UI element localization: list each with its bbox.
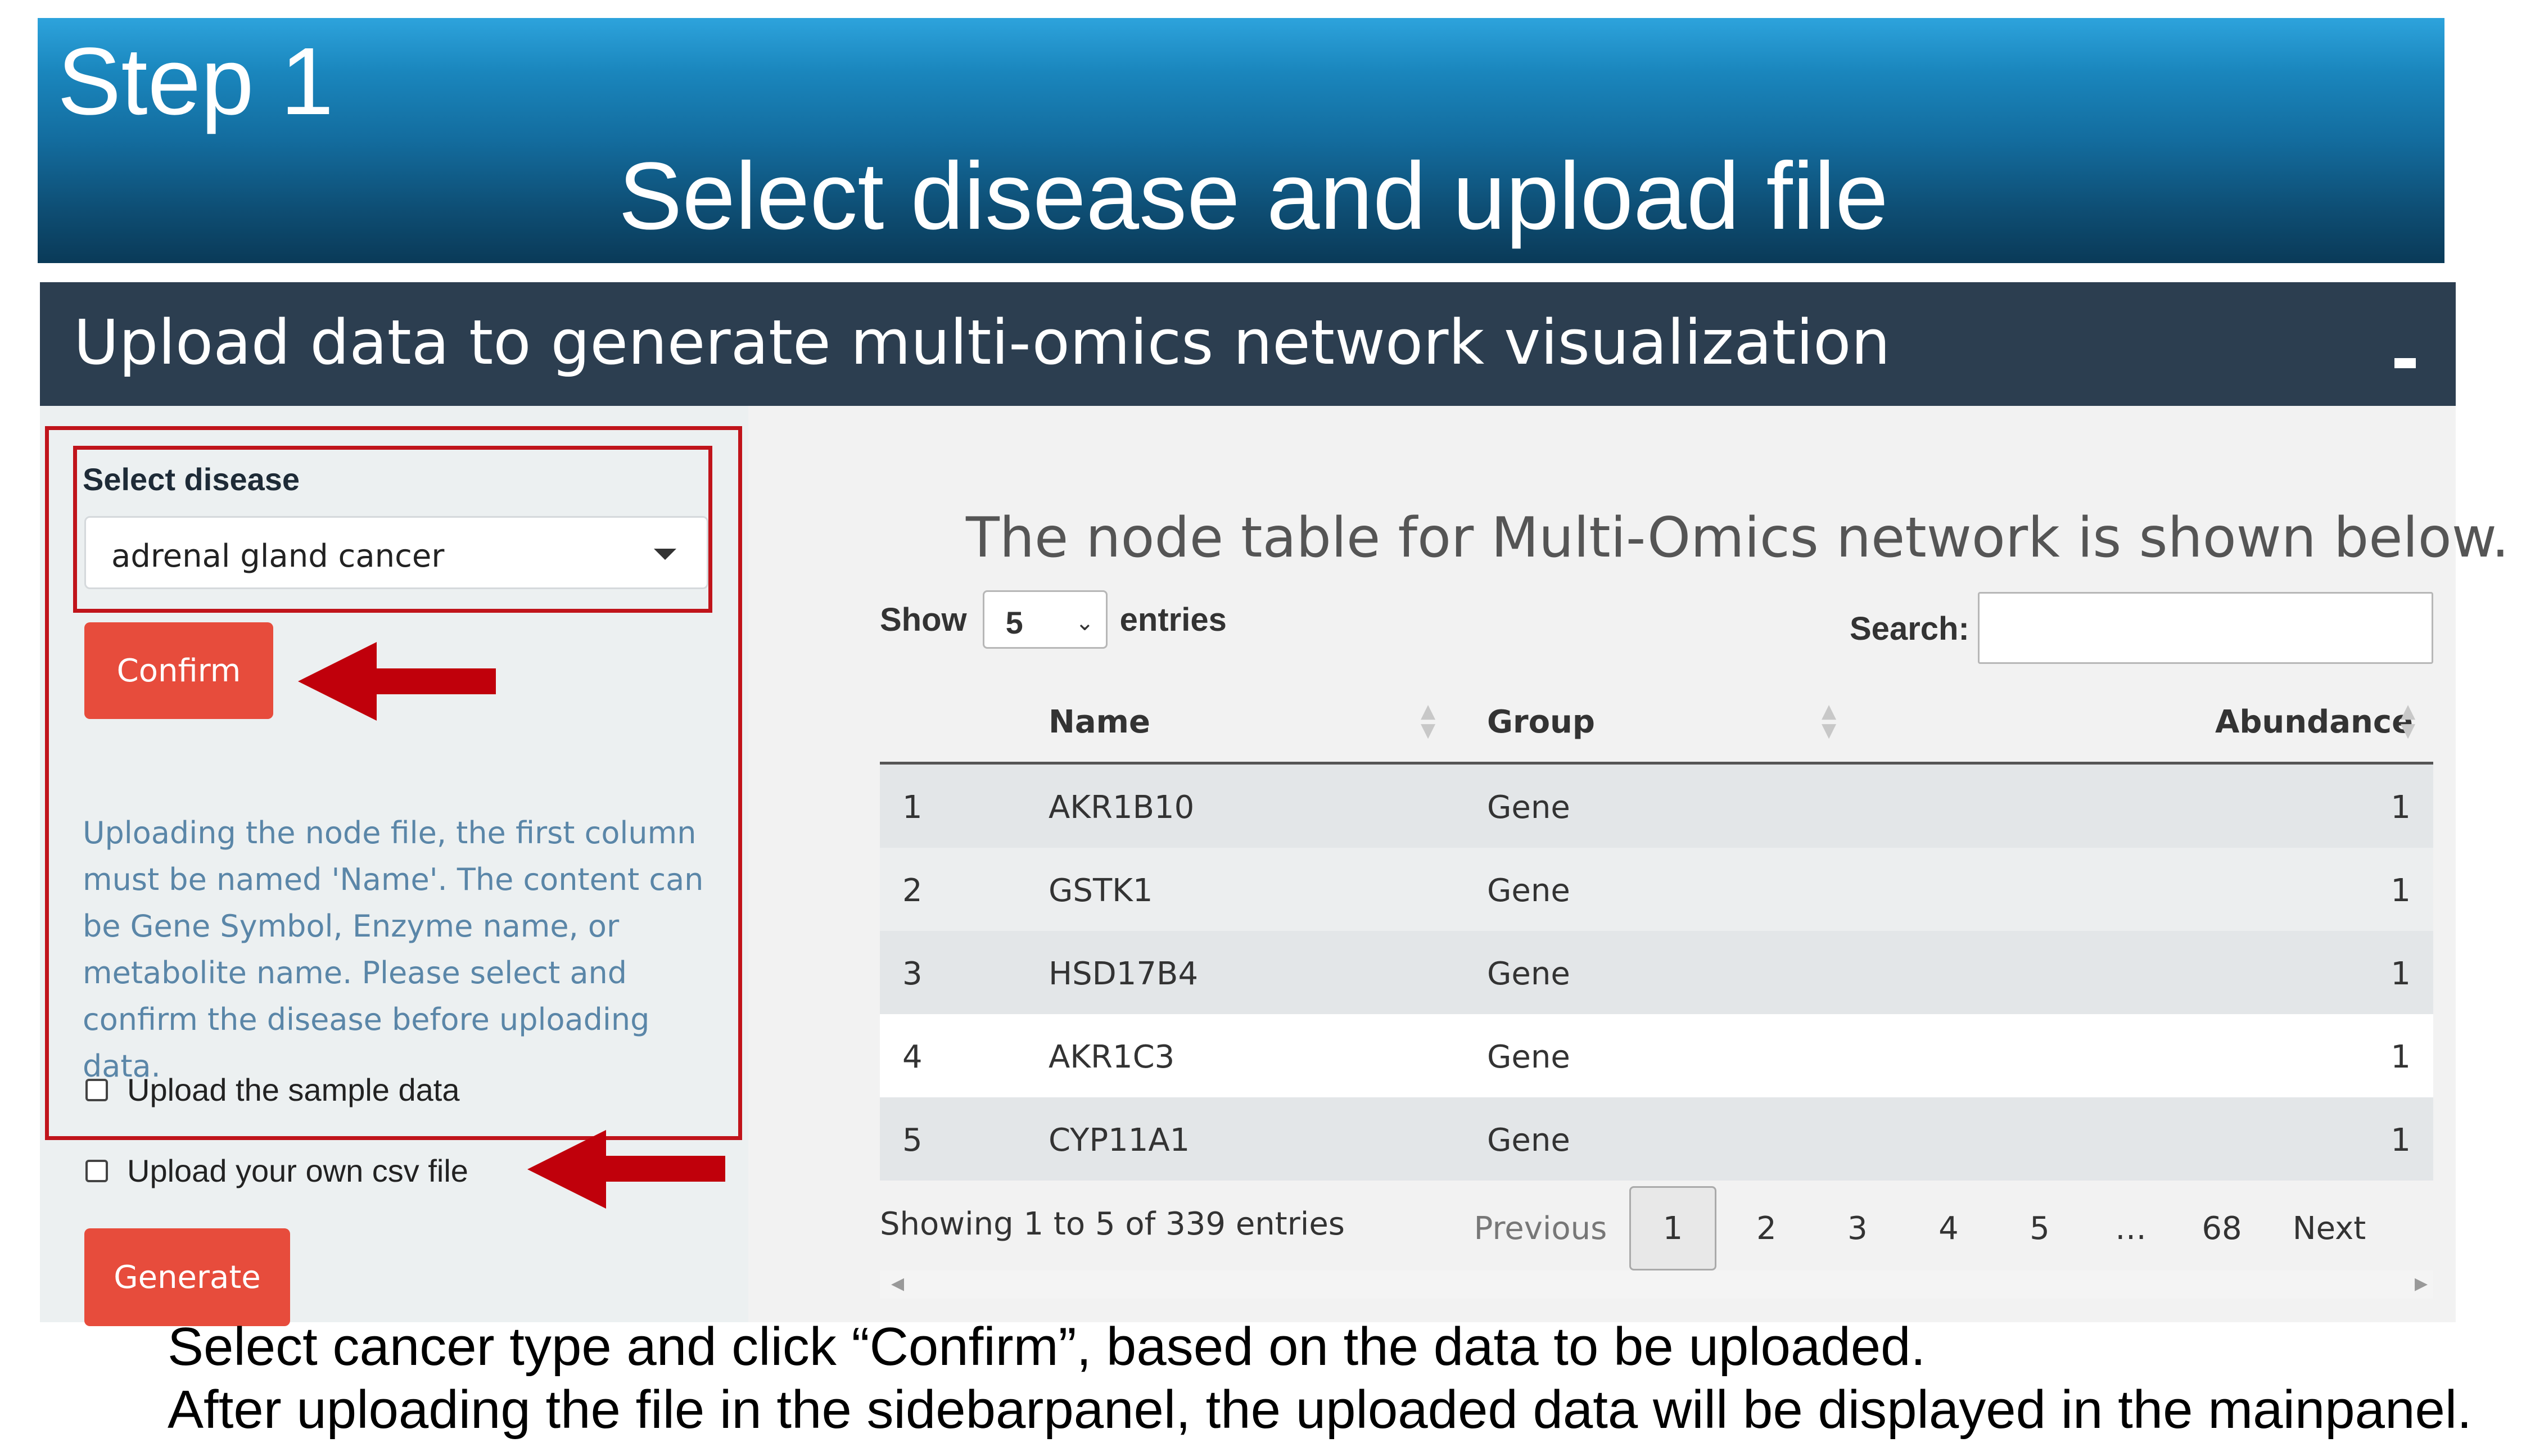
table-row: 4 AKR1C3 Gene 1	[880, 1014, 2433, 1097]
pagination-ellipsis: …	[2115, 1210, 2147, 1247]
table-header: Name ▲ ▼ Group ▲ ▼ Abundance ▲ ▼	[880, 680, 2433, 765]
step-banner: Step 1 Select disease and upload file	[38, 18, 2444, 263]
cell-abundance: 1	[2391, 1039, 2411, 1075]
column-header-abundance[interactable]: Abundance	[2215, 704, 2413, 740]
pagination-page[interactable]: 5	[1994, 1186, 2085, 1270]
cell-name: AKR1C3	[1049, 1039, 1175, 1075]
scroll-left-icon[interactable]: ◀	[891, 1274, 904, 1294]
cell-group: Gene	[1487, 1039, 1570, 1075]
pagination-page[interactable]: 1	[1629, 1186, 1716, 1270]
generate-button[interactable]: Generate	[84, 1228, 290, 1326]
pagination-page[interactable]: 68	[2176, 1186, 2267, 1270]
arrow-left-icon	[298, 642, 377, 721]
column-header-group[interactable]: Group	[1487, 704, 1595, 740]
horizontal-scrollbar[interactable]: ◀ ▶	[880, 1270, 2433, 1299]
row-index: 5	[902, 1122, 923, 1159]
row-index: 4	[902, 1039, 923, 1075]
table-info: Showing 1 to 5 of 339 entries	[880, 1206, 1345, 1242]
entries-select[interactable]: 5 ⌄	[982, 590, 1108, 649]
csv-upload-option[interactable]: Upload your own csv file	[85, 1152, 468, 1189]
app-title: Upload data to generate multi-omics netw…	[74, 306, 1891, 378]
cell-abundance: 1	[2391, 789, 2411, 826]
sample-data-option[interactable]: Upload the sample data	[85, 1071, 460, 1108]
cell-name: AKR1B10	[1049, 789, 1195, 826]
pagination-previous[interactable]: Previous	[1456, 1186, 1625, 1270]
pagination-next[interactable]: Next	[2267, 1186, 2391, 1270]
cell-group: Gene	[1487, 956, 1570, 992]
step-subtitle: Select disease and upload file	[618, 143, 1888, 250]
table-row: 2 GSTK1 Gene 1	[880, 848, 2433, 931]
cell-name: CYP11A1	[1049, 1122, 1190, 1159]
sort-icon[interactable]: ▲ ▼	[2401, 702, 2415, 740]
row-index: 2	[902, 872, 923, 909]
caption-line-1: Select cancer type and click “Confirm”, …	[168, 1317, 1926, 1377]
pagination-page[interactable]: 4	[1903, 1186, 1994, 1270]
cell-group: Gene	[1487, 872, 1570, 909]
row-index: 3	[902, 956, 923, 992]
table-row: 1 AKR1B10 Gene 1	[880, 765, 2433, 848]
pagination-page[interactable]: 3	[1812, 1186, 1903, 1270]
arrow-shaft	[590, 1156, 725, 1182]
chevron-down-icon: ⌄	[1075, 610, 1095, 636]
sort-icon[interactable]: ▲ ▼	[1822, 702, 1836, 740]
table-row: 3 HSD17B4 Gene 1	[880, 931, 2433, 1014]
step-label: Step 1	[57, 28, 334, 135]
disease-select[interactable]: adrenal gland cancer	[84, 516, 708, 589]
node-table: Name ▲ ▼ Group ▲ ▼ Abundance ▲ ▼ 1 AKR1B10 …	[880, 680, 2433, 1181]
caret-down-icon	[654, 549, 676, 560]
cell-group: Gene	[1487, 1122, 1570, 1159]
entries-select-value: 5	[1005, 605, 1023, 640]
upload-help-text: Uploading the node file, the first colum…	[83, 815, 704, 1084]
csv-upload-label: Upload your own csv file	[127, 1153, 468, 1188]
cell-name: HSD17B4	[1049, 956, 1199, 992]
caption-line-2: After uploading the file in the sidebarp…	[168, 1380, 2472, 1440]
search-input[interactable]	[1978, 592, 2433, 664]
cell-name: GSTK1	[1049, 872, 1153, 909]
select-disease-label: Select disease	[83, 462, 300, 497]
csv-upload-checkbox[interactable]	[85, 1159, 108, 1182]
minus-icon[interactable]	[2394, 358, 2416, 368]
cell-abundance: 1	[2391, 872, 2411, 909]
pagination: Previous 1 2 3 4 5 … 68 Next	[1456, 1186, 2391, 1270]
entries-label: entries	[1119, 601, 1227, 638]
disease-select-value: adrenal gland cancer	[111, 538, 445, 575]
cell-abundance: 1	[2391, 1122, 2411, 1159]
caption: Select cancer type and click “Confirm”, …	[168, 1315, 2472, 1441]
table-row: 5 CYP11A1 Gene 1	[880, 1097, 2433, 1181]
page-length-control: Show 5 ⌄ entries	[880, 590, 1227, 649]
row-index: 1	[902, 789, 923, 826]
column-header-name[interactable]: Name	[1049, 704, 1150, 740]
cell-abundance: 1	[2391, 956, 2411, 992]
node-table-heading: The node table for Multi-Omics network i…	[966, 506, 2510, 570]
search-label: Search:	[1850, 611, 1969, 647]
show-label: Show	[880, 601, 967, 638]
sample-data-checkbox[interactable]	[85, 1078, 108, 1101]
pagination-page[interactable]: 2	[1721, 1186, 1812, 1270]
confirm-button[interactable]: Confirm	[84, 622, 273, 719]
arrow-shaft	[365, 668, 496, 694]
scroll-right-icon[interactable]: ▶	[2415, 1274, 2428, 1294]
sort-icon[interactable]: ▲ ▼	[1421, 702, 1435, 740]
sample-data-label: Upload the sample data	[127, 1072, 460, 1107]
cell-group: Gene	[1487, 789, 1570, 826]
app-header: Upload data to generate multi-omics netw…	[40, 282, 2456, 406]
